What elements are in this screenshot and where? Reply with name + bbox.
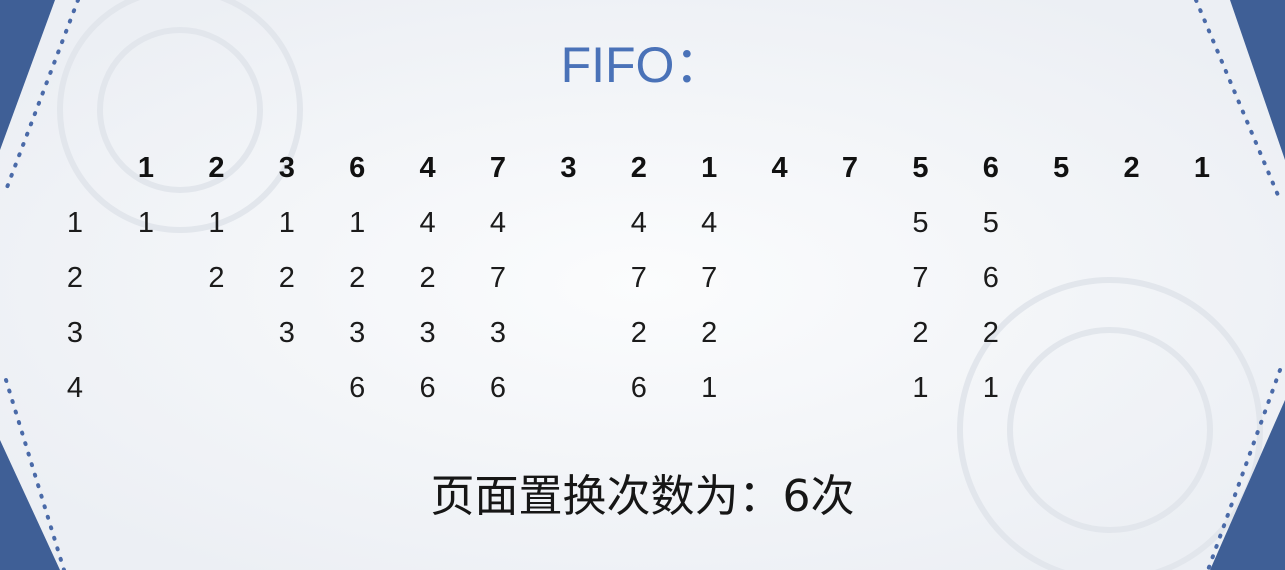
frame-cell: 7 [489, 262, 507, 294]
frame-cell: 1 [912, 372, 929, 404]
frame-label: 3 [66, 317, 84, 349]
frame-label: 4 [66, 372, 84, 404]
frame-cell: 2 [208, 262, 225, 294]
frame-cell: 2 [349, 262, 366, 294]
frame-cell: 3 [419, 317, 436, 349]
frame-cell: 1 [208, 207, 225, 239]
reference-page: 5 [1053, 152, 1070, 184]
frame-cell: 4 [701, 207, 718, 239]
frame-cell: 6 [630, 372, 647, 404]
frame-cell: 3 [349, 317, 366, 349]
frame-cell: 1 [349, 207, 366, 239]
frame-cell: 3 [278, 317, 295, 349]
frame-cell: 4 [489, 207, 507, 239]
frame-cell: 6 [982, 262, 999, 294]
reference-page: 6 [349, 152, 366, 184]
reference-page: 5 [912, 152, 929, 184]
frame-cell: 4 [419, 207, 436, 239]
reference-page: 1 [1193, 152, 1211, 184]
reference-page: 7 [841, 152, 859, 184]
frame-cell: 2 [419, 262, 436, 294]
frame-cell: 6 [349, 372, 366, 404]
frame-cell: 2 [912, 317, 929, 349]
frame-cell: 1 [278, 207, 295, 239]
reference-page: 4 [771, 152, 788, 184]
frame-cell: 1 [137, 207, 155, 239]
page-title: FIFO： [560, 37, 725, 93]
reference-page: 7 [489, 152, 507, 184]
frame-cell: 2 [278, 262, 295, 294]
reference-page: 1 [137, 152, 155, 184]
reference-page: 2 [1123, 152, 1140, 184]
reference-page: 2 [208, 152, 225, 184]
frame-label: 1 [66, 207, 84, 239]
frame-cell: 4 [630, 207, 647, 239]
reference-page: 4 [419, 152, 436, 184]
frame-cell: 1 [982, 372, 999, 404]
frame-cell: 5 [982, 207, 999, 239]
frame-cell: 2 [982, 317, 999, 349]
frame-cell: 2 [701, 317, 718, 349]
replacement-count-summary: 页面置换次数为：6次 [430, 471, 855, 522]
frame-cell: 5 [912, 207, 929, 239]
reference-page: 3 [278, 152, 295, 184]
reference-page: 6 [982, 152, 999, 184]
frame-cell: 1 [701, 372, 718, 404]
frame-cell: 6 [419, 372, 436, 404]
frame-cell: 2 [630, 317, 647, 349]
frame-cell: 3 [489, 317, 507, 349]
reference-page: 3 [560, 152, 577, 184]
reference-page: 1 [701, 152, 718, 184]
frame-cell: 7 [912, 262, 929, 294]
frame-label: 2 [66, 262, 84, 294]
frame-cell: 6 [489, 372, 507, 404]
frame-cell: 7 [701, 262, 718, 294]
frame-cell: 7 [630, 262, 647, 294]
reference-page: 2 [630, 152, 647, 184]
